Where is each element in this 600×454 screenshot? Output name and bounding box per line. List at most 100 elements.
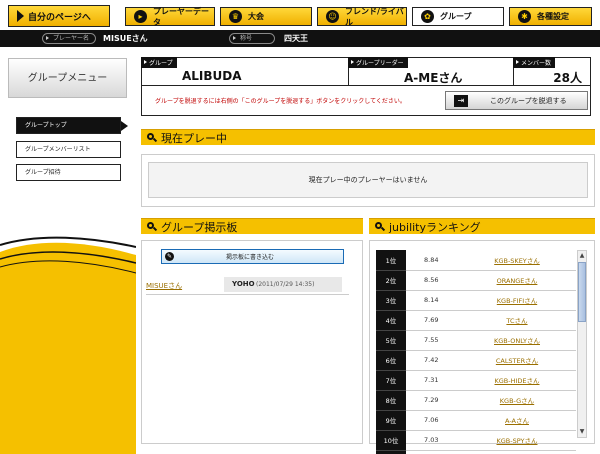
ranking-position: 4位: [376, 310, 406, 331]
ranking-player-cell: SOBERさん: [458, 450, 576, 454]
my-page-label: 自分のページへ: [28, 12, 91, 23]
ranking-player-link[interactable]: KGB-HIDEさん: [494, 377, 539, 385]
player-title-tag: 称号: [229, 33, 276, 44]
post-to-board-button[interactable]: ✎ 掲示板に書き込む: [161, 249, 344, 264]
post-to-board-label: 掲示板に書き込む: [226, 254, 275, 261]
ranking-position: 5位: [376, 330, 406, 351]
ranking-player-cell: CALSTERさん: [458, 350, 576, 371]
post-message: YOHO: [232, 280, 255, 288]
ranking-row: 1位 8.84 KGB-SKEYさん: [376, 250, 576, 271]
group-name-label: グループ: [141, 57, 177, 68]
music-note-icon: [147, 221, 157, 232]
arrow-right-icon: [17, 10, 24, 22]
now-playing-heading: 現在プレー中: [161, 131, 227, 145]
tab-settings[interactable]: ✱ 各種設定: [509, 7, 592, 26]
ranking-player-link[interactable]: KGB-Gさん: [500, 397, 534, 405]
settings-icon: ✱: [518, 10, 531, 23]
ranking-heading-bar: jubilityランキング: [369, 218, 595, 234]
tab-group[interactable]: ✿ グループ: [412, 7, 504, 26]
scroll-up-icon[interactable]: ▲: [578, 251, 586, 261]
now-playing-empty: 現在プレー中のプレーヤーはいません: [148, 162, 588, 198]
ranking-player-link[interactable]: A-Aさん: [505, 417, 529, 425]
ranking-player-cell: KGB-SPYさん: [458, 430, 576, 451]
ranking-position: 11位: [376, 450, 406, 454]
left-sidebar-background: [0, 47, 136, 454]
group-menu-header: グループメニュー: [8, 58, 127, 98]
ranking-player-link[interactable]: KGB-FIFIさん: [497, 297, 537, 305]
my-page-button[interactable]: 自分のページへ: [8, 5, 110, 27]
ranking-player-link[interactable]: KGB-SKEYさん: [494, 257, 540, 265]
ranking-row: 11位7.01SOBERさん: [376, 450, 576, 454]
sidebar-item-group-top[interactable]: グループトップ: [16, 117, 128, 134]
ranking-player-link[interactable]: ORANGEさん: [497, 277, 538, 285]
decorative-wave: [0, 236, 136, 454]
ranking-score: 7.01: [406, 450, 458, 454]
crown-icon: ♛: [229, 10, 242, 23]
member-count: 28人: [553, 71, 582, 85]
ranking-table: 1位 8.84 KGB-SKEYさん 2位 8.56 ORANGEさん 3位 8.14 KGB-…: [376, 250, 576, 454]
member-count-label: メンバー数: [513, 57, 556, 68]
now-playing-panel: 現在プレー中のプレーヤーはいません: [141, 154, 595, 207]
ranking-row: 7位 7.31 KGB-HIDEさん: [376, 370, 576, 391]
ranking-player-cell: KGB-SKEYさん: [458, 250, 576, 271]
scroll-thumb[interactable]: [578, 262, 586, 322]
ranking-position: 1位: [376, 250, 406, 271]
ranking-heading: jubilityランキング: [389, 220, 481, 234]
sidebar-item-group-invite[interactable]: グループ招待: [16, 164, 121, 181]
ranking-player-cell: A-Aさん: [458, 410, 576, 431]
player-title: 四天王: [284, 34, 308, 43]
ranking-row: 8位 7.29 KGB-Gさん: [376, 390, 576, 411]
ranking-row: 2位 8.56 ORANGEさん: [376, 270, 576, 291]
tab-friend-rival-label: フレンド/ライバル: [345, 6, 404, 27]
ranking-score: 8.84: [406, 250, 458, 271]
ranking-position: 8位: [376, 390, 406, 411]
leave-group-button[interactable]: ⇥ このグループを脱退する: [445, 91, 588, 110]
ranking-position: 9位: [376, 410, 406, 431]
ranking-score: 8.56: [406, 270, 458, 291]
ranking-position: 6位: [376, 350, 406, 371]
ranking-scrollbar[interactable]: ▲ ▼: [577, 250, 587, 438]
ranking-score: 7.42: [406, 350, 458, 371]
ranking-row: 6位 7.42 CALSTERさん: [376, 350, 576, 371]
ranking-player-cell: ORANGEさん: [458, 270, 576, 291]
ranking-score: 7.69: [406, 310, 458, 331]
ranking-player-link[interactable]: CALSTERさん: [496, 357, 538, 365]
tab-friend-rival[interactable]: ☺ フレンド/ライバル: [317, 6, 407, 27]
ranking-player-link[interactable]: KGB-ONLYさん: [494, 337, 540, 345]
top-nav: 自分のページへ ▸ プレーヤーデータ ♛ 大会 ☺ フレンド/ライバル ✿ グル…: [0, 0, 600, 30]
tab-tournament[interactable]: ♛ 大会: [220, 7, 312, 26]
music-note-icon: [147, 132, 157, 143]
pencil-icon: ✎: [165, 252, 174, 261]
friend-icon: ☺: [326, 10, 339, 23]
post-author-link[interactable]: MISUEさん: [146, 281, 182, 291]
ranking-position: 3位: [376, 290, 406, 311]
board-heading: グループ掲示板: [161, 220, 238, 234]
ranking-position: 7位: [376, 370, 406, 391]
leave-group-row: グループを脱退するには右側の「このグループを脱退する」ボタンをクリックしてくださ…: [141, 86, 591, 116]
post-bubble: YOHO (2011/07/29 14:35): [224, 277, 342, 292]
ranking-row: 5位 7.55 KGB-ONLYさん: [376, 330, 576, 351]
leave-notice: グループを脱退するには右側の「このグループを脱退する」ボタンをクリックしてくださ…: [155, 98, 406, 105]
ranking-player-link[interactable]: TCさん: [506, 317, 527, 325]
ranking-score: 7.29: [406, 390, 458, 411]
player-info-bar: プレーヤー名 MISUEさん 称号 四天王: [0, 30, 600, 47]
ranking-position: 10位: [376, 430, 406, 451]
ranking-player-cell: TCさん: [458, 310, 576, 331]
player-name-tag: プレーヤー名: [42, 33, 97, 44]
sidebar-item-member-list[interactable]: グループメンバーリスト: [16, 141, 121, 158]
ranking-score: 7.03: [406, 430, 458, 451]
group-leader-label: グループリーダー: [348, 57, 408, 68]
tab-player-data[interactable]: ▸ プレーヤーデータ: [125, 6, 215, 27]
ranking-player-link[interactable]: KGB-SPYさん: [497, 437, 538, 445]
ranking-score: 7.06: [406, 410, 458, 431]
scroll-down-icon[interactable]: ▼: [578, 427, 586, 437]
board-heading-bar: グループ掲示板: [141, 218, 363, 234]
tab-tournament-label: 大会: [248, 12, 264, 21]
leave-group-label: このグループを脱退する: [490, 96, 567, 105]
now-playing-heading-bar: 現在プレー中: [141, 129, 595, 145]
ranking-row: 4位 7.69 TCさん: [376, 310, 576, 331]
ranking-position: 2位: [376, 270, 406, 291]
tab-player-data-label: プレーヤーデータ: [153, 6, 209, 27]
group-name: ALIBUDA: [182, 69, 242, 83]
player-name: MISUEさん: [103, 34, 148, 43]
